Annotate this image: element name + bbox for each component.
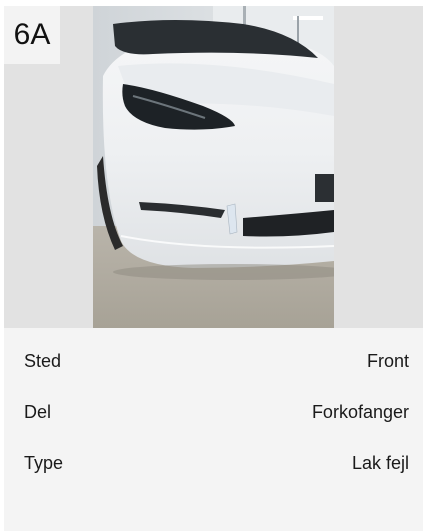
detail-value-location: Front (366, 351, 409, 371)
damage-id-badge: 6A (4, 6, 60, 64)
detail-value-type: Lak fejl (351, 453, 409, 473)
damage-photo[interactable] (93, 6, 334, 328)
detail-row-type: Type Lak fejl (24, 453, 409, 474)
detail-value-part: Forkofanger (311, 402, 409, 422)
detail-label-type: Type (24, 453, 64, 473)
detail-label-part: Del (24, 402, 52, 422)
damage-card[interactable]: 6A Sted Front Del Forkofanger Type Lak f… (4, 6, 423, 531)
car-front-illustration (93, 6, 334, 328)
detail-row-part: Del Forkofanger (24, 402, 409, 423)
photo-area: 6A (4, 6, 423, 328)
damage-details: Sted Front Del Forkofanger Type Lak fejl (4, 328, 423, 531)
detail-row-location: Sted Front (24, 351, 409, 372)
detail-label-location: Sted (24, 351, 62, 371)
